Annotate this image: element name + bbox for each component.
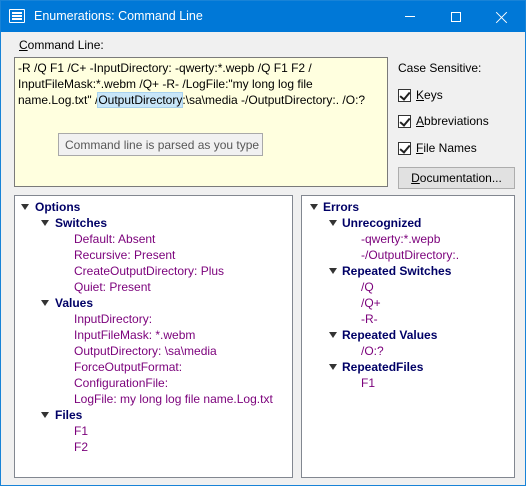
keys-checkmark-icon [398,88,411,102]
abbreviations-checkmark-icon [398,114,411,128]
tree-leaf[interactable]: F1 [74,423,88,439]
command-text-selected: OutputDirectory [97,92,184,108]
tree-leaf[interactable]: -R- [361,311,378,327]
command-text-after: :\sa\media -/OutputDirectory:. /O:? [182,93,366,107]
tree-leaf[interactable]: /O:? [361,343,384,359]
title-bar[interactable]: Enumerations: Command Line [1,1,525,32]
tree-node-options[interactable]: Options [35,199,80,215]
keys-checkbox[interactable]: Keys [398,87,443,103]
tree-node-repeated-files[interactable]: RepeatedFiles [342,359,423,375]
main-window: Enumerations: Command Line Command Line:… [0,0,526,486]
tree-leaf[interactable]: /Q [361,279,374,295]
expand-arrow-icon[interactable] [41,412,49,418]
tree-leaf[interactable]: ConfigurationFile: [74,375,168,391]
case-sensitive-label: Case Sensitive: [398,61,482,75]
expand-arrow-icon[interactable] [21,204,29,210]
options-tree[interactable]: Options Switches Default: Absent Recursi… [14,195,293,478]
documentation-button[interactable]: Documentation... [398,167,515,189]
tree-leaf[interactable]: Recursive: Present [74,247,175,263]
command-line-input[interactable]: -R /Q F1 /C+ -InputDirectory: -qwerty:*.… [14,57,388,187]
expand-arrow-icon[interactable] [329,364,337,370]
expand-arrow-icon[interactable] [41,300,49,306]
tree-leaf[interactable]: -/OutputDirectory:. [361,247,459,263]
tree-node-errors[interactable]: Errors [323,199,359,215]
tree-leaf[interactable]: F1 [361,375,375,391]
tree-leaf[interactable]: InputDirectory: [74,311,152,327]
tree-leaf[interactable]: OutputDirectory: \sa\media [74,343,217,359]
file-names-checkmark-icon [398,141,411,155]
tree-leaf[interactable]: CreateOutputDirectory: Plus [74,263,224,279]
tree-leaf[interactable]: InputFileMask: *.webm [74,327,195,343]
tree-leaf[interactable]: F2 [74,439,88,455]
tree-leaf[interactable]: ForceOutputFormat: [74,359,182,375]
tree-leaf[interactable]: LogFile: my long log file name.Log.txt [74,391,273,407]
close-button[interactable] [479,1,525,32]
abbreviations-checkbox-label: Abbreviations [416,114,489,128]
tree-leaf[interactable]: -qwerty:*.wepb [361,231,440,247]
errors-tree[interactable]: Errors Unrecognized -qwerty:*.wepb -/Out… [301,195,515,478]
minimize-button[interactable] [387,1,433,32]
maximize-icon [451,11,461,22]
minimize-icon [405,16,415,17]
tree-node-files[interactable]: Files [55,407,82,423]
app-icon [9,9,25,23]
command-line-label: Command Line: [19,38,104,52]
close-icon [496,11,508,23]
tree-node-values[interactable]: Values [55,295,93,311]
keys-checkbox-label: Keys [416,88,443,102]
tree-node-switches[interactable]: Switches [55,215,107,231]
parse-tooltip: Command line is parsed as you type [58,133,263,156]
tree-leaf[interactable]: Quiet: Present [74,279,151,295]
tree-leaf[interactable]: Default: Absent [74,231,155,247]
tree-node-unrecognized[interactable]: Unrecognized [342,215,421,231]
tree-leaf[interactable]: /Q+ [361,295,381,311]
expand-arrow-icon[interactable] [329,332,337,338]
file-names-checkbox[interactable]: File Names [398,140,477,156]
maximize-button[interactable] [433,1,479,32]
window-title: Enumerations: Command Line [34,9,203,23]
tree-node-repeated-switches[interactable]: Repeated Switches [342,263,451,279]
expand-arrow-icon[interactable] [310,204,318,210]
expand-arrow-icon[interactable] [41,220,49,226]
file-names-checkbox-label: File Names [416,141,477,155]
expand-arrow-icon[interactable] [329,220,337,226]
abbreviations-checkbox[interactable]: Abbreviations [398,113,489,129]
expand-arrow-icon[interactable] [329,268,337,274]
tree-node-repeated-values[interactable]: Repeated Values [342,327,437,343]
